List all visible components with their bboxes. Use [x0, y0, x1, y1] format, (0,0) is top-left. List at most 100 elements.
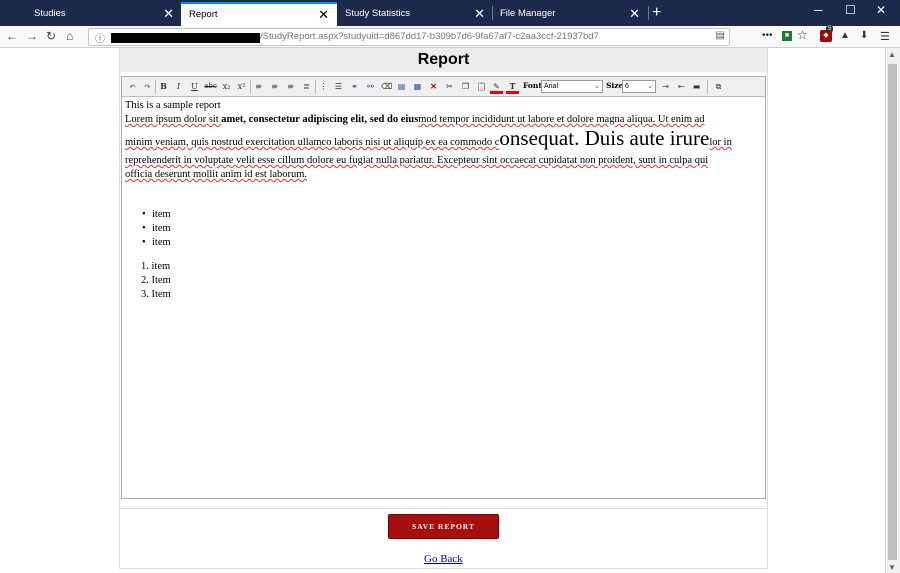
tab-file-manager[interactable]: File Manager ✕ — [492, 2, 648, 26]
underline-button[interactable]: U — [188, 80, 201, 93]
scroll-down-icon[interactable]: ▼ — [888, 563, 896, 572]
bullet-item: item — [142, 236, 170, 250]
rich-text-editor[interactable]: ↶ ↷ B I U abc x₂ x² ≡ ≡ ≡ ≣ ⋮ ☰ ⚭ ⚯ ⌫ ▤ … — [121, 76, 766, 499]
link-icon[interactable]: ⚭ — [348, 80, 361, 93]
extension-badge: 5 — [826, 26, 834, 32]
close-icon[interactable]: ✕ — [163, 2, 174, 26]
bold-text-run: amet, consectetur adipiscing elit, sed d… — [221, 114, 419, 125]
bookmark-star-icon[interactable]: ☆ — [797, 28, 808, 42]
numbered-item: 2. Item — [141, 275, 171, 286]
url-bar[interactable]: ⓘ /StudyReport.aspx?studyuid=d867dd17-b3… — [88, 28, 730, 46]
url-text: /StudyReport.aspx?studyuid=d867dd17-b309… — [260, 31, 599, 42]
unlink-icon[interactable]: ⚯ — [364, 80, 377, 93]
redo-icon[interactable]: ↷ — [141, 80, 154, 93]
chevron-down-icon: ⌄ — [594, 83, 600, 90]
close-icon[interactable]: ✕ — [318, 4, 329, 26]
tab-strip: Studies ✕ Report ✕ Study Statistics ✕ Fi… — [0, 0, 900, 27]
tab-study-statistics[interactable]: Study Statistics ✕ — [337, 2, 493, 26]
menu-icon[interactable]: ☰ — [880, 30, 890, 43]
scroll-up-icon[interactable]: ▲ — [888, 50, 896, 59]
numbered-list-icon[interactable]: ⋮ — [317, 80, 330, 93]
highlight-color-swatch — [490, 91, 503, 94]
more-actions-icon[interactable]: ••• — [762, 30, 773, 41]
tab-report[interactable]: Report ✕ — [181, 2, 337, 27]
delete-icon[interactable]: ✕ — [427, 80, 440, 93]
page-title: Report — [120, 48, 767, 72]
subscript-button[interactable]: x₂ — [220, 80, 233, 93]
close-icon[interactable]: ✕ — [474, 2, 485, 26]
superscript-button[interactable]: x² — [235, 80, 248, 93]
indent-icon[interactable]: ⇥ — [659, 80, 672, 93]
font-label: Font — [523, 81, 542, 90]
info-icon[interactable]: ⓘ — [95, 30, 105, 45]
paste-icon[interactable]: 📋 — [475, 80, 488, 93]
report-paragraph-line: officia deserunt mollit anim id est labo… — [125, 168, 307, 182]
size-select-value: 6 — [625, 83, 629, 90]
minimize-icon[interactable]: ─ — [814, 3, 823, 17]
reload-icon[interactable]: ↻ — [46, 29, 56, 43]
align-center-icon[interactable]: ≡ — [268, 80, 281, 93]
bullet-item: item — [142, 208, 170, 222]
large-text-run: onsequat. Duis aute irure — [499, 126, 710, 150]
save-report-button[interactable]: SAVE REPORT — [388, 514, 499, 539]
text-run: minim veniam, quis nostrud exercitation … — [125, 137, 500, 148]
align-left-icon[interactable]: ≡ — [252, 80, 265, 93]
numbered-item: 1. item — [141, 261, 171, 272]
cut-icon[interactable]: ✂ — [443, 80, 456, 93]
extension-green-icon[interactable]: ■ — [782, 31, 792, 41]
tab-studies[interactable]: Studies ✕ — [26, 2, 182, 26]
font-select[interactable]: Arial ⌄ — [541, 80, 603, 93]
new-tab-plus-icon[interactable]: + — [652, 2, 661, 24]
report-line: This is a sample report — [125, 100, 221, 111]
text-run: reprehenderit in voluptate velit esse ci… — [125, 155, 709, 166]
chevron-down-icon: ⌄ — [647, 83, 653, 90]
window-close-icon[interactable]: ✕ — [876, 3, 886, 17]
back-arrow-icon[interactable]: ← — [6, 29, 18, 43]
size-label: Size — [606, 81, 624, 90]
horizontal-rule-icon[interactable]: ▬ — [690, 80, 703, 93]
report-panel: Report ↶ ↷ B I U abc x₂ x² ≡ ≡ ≡ ≣ ⋮ ☰ ⚭… — [119, 48, 768, 569]
download-icon[interactable]: ⬇ — [860, 30, 868, 41]
report-paragraph-line: minim veniam, quis nostrud exercitation … — [125, 128, 732, 150]
bold-button[interactable]: B — [157, 80, 170, 93]
outdent-icon[interactable]: ⇤ — [675, 80, 688, 93]
report-paragraph-line: reprehenderit in voluptate velit esse ci… — [125, 154, 708, 168]
forward-arrow-icon[interactable]: → — [26, 29, 38, 43]
text-run: mod tempor incididunt ut labore et dolor… — [418, 114, 705, 125]
copy-icon[interactable]: ❐ — [459, 80, 472, 93]
report-paragraph-line: Lorem ipsum dolor sit amet, consectetur … — [125, 113, 705, 127]
italic-button[interactable]: I — [172, 80, 185, 93]
paragraph-icon[interactable]: ▤ — [395, 80, 408, 93]
bullet-item: item — [142, 222, 170, 236]
align-right-icon[interactable]: ≡ — [284, 80, 297, 93]
home-icon[interactable]: ⌂ — [66, 29, 73, 43]
bullet-list-icon[interactable]: ☰ — [332, 80, 345, 93]
justify-icon[interactable]: ≣ — [300, 80, 313, 93]
tab-label: Studies — [34, 8, 66, 19]
go-back-link[interactable]: Go Back — [424, 553, 463, 565]
text-color-swatch — [506, 91, 519, 94]
numbered-item: 3. Item — [141, 289, 171, 300]
size-select[interactable]: 6 ⌄ — [622, 80, 656, 93]
editor-toolbar: ↶ ↷ B I U abc x₂ x² ≡ ≡ ≡ ≣ ⋮ ☰ ⚭ ⚯ ⌫ ▤ … — [122, 77, 765, 97]
tab-label: Report — [189, 9, 218, 20]
eraser-icon[interactable]: ⌫ — [380, 80, 393, 93]
tab-label: File Manager — [500, 8, 556, 19]
text-run: lor in — [709, 137, 732, 148]
text-run: Lorem ipsum dolor sit — [125, 114, 222, 125]
undo-icon[interactable]: ↶ — [126, 80, 139, 93]
font-select-value: Arial — [544, 83, 559, 90]
text-run: officia deserunt mollit anim id est labo… — [125, 169, 308, 180]
table-icon[interactable]: ▦ — [411, 80, 424, 93]
strikethrough-button[interactable]: abc — [204, 80, 217, 93]
navigation-bar: ← → ↻ ⌂ ⓘ /StudyReport.aspx?studyuid=d86… — [0, 26, 900, 48]
footer-divider — [120, 508, 767, 509]
extension-triangle-icon[interactable]: ▲ — [840, 30, 850, 41]
close-icon[interactable]: ✕ — [629, 2, 640, 26]
maximize-icon[interactable]: ☐ — [845, 3, 856, 17]
redacted-host — [111, 33, 260, 43]
reader-view-icon[interactable]: ▤ — [716, 30, 725, 41]
tab-label: Study Statistics — [345, 8, 410, 19]
html-source-icon[interactable]: ⧉ — [712, 80, 725, 93]
scrollbar-thumb[interactable] — [888, 64, 897, 560]
